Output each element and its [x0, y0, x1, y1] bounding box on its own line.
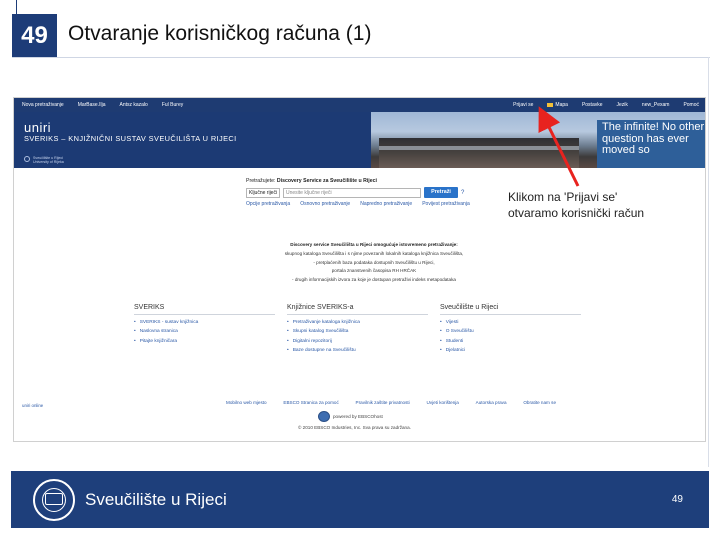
- folder-icon: [547, 102, 554, 107]
- basic-search-link[interactable]: Osnovno pretraživanje: [300, 201, 350, 207]
- list-item[interactable]: Djelatnici: [440, 346, 585, 355]
- topnav-link[interactable]: Antsz kazalo: [119, 102, 147, 108]
- column-sveriks: SVERIKS SVERIKS - sustav knjižnica Naslo…: [134, 304, 287, 356]
- list-item[interactable]: SVERIKS - sustav knjižnica: [134, 318, 279, 327]
- list-item[interactable]: Naslovna stranica: [134, 327, 279, 336]
- search-options: Opcije pretraživanja Osnovno pretraživan…: [246, 201, 476, 207]
- description-line: - drugih informacijskih izvora za koje j…: [292, 277, 456, 283]
- list-item[interactable]: Pitajte knjižničara: [134, 337, 279, 346]
- description-line: skupnog kataloga Sveučilišta i s njime p…: [284, 250, 464, 256]
- university-logo-icon: [33, 479, 75, 521]
- topnav-link[interactable]: new_Pexam: [642, 102, 670, 108]
- banner-subtitle: SVERIKS – KNJIŽNIČNI SUSTAV SVEUČILIŠTA …: [24, 134, 237, 143]
- folder-link[interactable]: Mapa: [547, 102, 568, 108]
- powered-by-text: powered by EBSCOhost: [333, 414, 383, 419]
- search-area: Pretražujete: Discovery Service za Sveuč…: [246, 178, 476, 207]
- folder-label: Mapa: [555, 102, 568, 108]
- advanced-search-link[interactable]: Napredno pretraživanje: [360, 201, 412, 207]
- logo-core: [45, 493, 63, 505]
- ebsco-logo-icon: [318, 411, 330, 422]
- university-name: Sveučilište u Rijeci: [85, 490, 227, 509]
- banner-quote: The infinite! No other question has ever…: [602, 121, 705, 156]
- column-libraries: Knjižnice SVERIKS-a Pretraživanje katalo…: [287, 304, 440, 356]
- list-item[interactable]: Studenti: [440, 337, 585, 346]
- list-item[interactable]: Baze dostupne na Sveučilištu: [287, 346, 432, 355]
- description-heading: Discovery service Sveučilišta u Rijeci o…: [290, 242, 458, 247]
- topnav-link[interactable]: MarBase.Ilja: [78, 102, 106, 108]
- callout-line: Klikom na 'Prijavi se': [508, 190, 618, 204]
- top-navigation: Nova pretraživanje MarBase.Ilja Antsz ka…: [14, 98, 705, 112]
- powered-by: powered by EBSCOhost: [318, 411, 383, 422]
- list-item[interactable]: Pretraživanje kataloga knjižnica: [287, 318, 432, 327]
- footer-link[interactable]: Uvjeti korištenja: [426, 400, 458, 405]
- preferences-link[interactable]: Postavke: [582, 102, 603, 108]
- building-stripe: [379, 146, 579, 150]
- embedded-screenshot: Nova pretraživanje MarBase.Ilja Antsz ka…: [13, 97, 706, 442]
- slide-footer: Sveučilište u Rijeci 49: [11, 471, 709, 528]
- column-university: Sveučilište u Rijeci Vijesti O Sveučiliš…: [440, 304, 593, 356]
- footer-links: Mobilno web mjesto EBSCO Stranica za pom…: [226, 400, 556, 405]
- copyright: © 2010 EBSCO Industries, Inc. Sva prava …: [298, 425, 411, 430]
- banner-logo-caption: Sveučilište u Rijeci University of Rijek…: [33, 156, 64, 164]
- column-heading: SVERIKS: [134, 304, 275, 315]
- description-line: portala znanstvenih časopisa RH HRČAK: [331, 268, 417, 274]
- search-heading: Pretražujete: Discovery Service za Sveuč…: [246, 178, 476, 184]
- footer-link[interactable]: EBSCO Stranica za pomoć: [283, 400, 338, 405]
- sign-in-link[interactable]: Prijavi se: [513, 102, 533, 108]
- search-input[interactable]: Unesite ključne riječi: [283, 187, 421, 198]
- language-link[interactable]: Jezik: [617, 102, 628, 108]
- column-heading: Sveučilište u Rijeci: [440, 304, 581, 315]
- list-item[interactable]: Vijesti: [440, 318, 585, 327]
- description-line: - pretplaćenih baza podataka dostupnih S…: [313, 259, 435, 265]
- search-button[interactable]: Pretraži: [424, 187, 458, 198]
- topnav-link[interactable]: Ful Burey: [162, 102, 183, 108]
- search-options-link[interactable]: Opcije pretraživanja: [246, 201, 290, 207]
- column-heading: Knjižnice SVERIKS-a: [287, 304, 428, 315]
- search-heading-prefix: Pretražujete:: [246, 178, 276, 184]
- list-item[interactable]: Skupni katalog Sveučilišta: [287, 327, 432, 336]
- banner-photo: The infinite! No other question has ever…: [371, 112, 705, 168]
- university-seal-icon: [24, 156, 30, 162]
- header-line: [16, 0, 17, 14]
- service-description: Discovery service Sveučilišta u Rijeci o…: [214, 241, 534, 285]
- search-history-link[interactable]: Povijest pretraživanja: [422, 201, 470, 207]
- footer-link[interactable]: Obratite nam se: [523, 400, 556, 405]
- slide-number-box: 49: [12, 14, 57, 58]
- footer-link[interactable]: Autorska prava: [476, 400, 507, 405]
- search-heading-target: Discovery Service za Sveučilište u Rijec…: [276, 178, 377, 184]
- topnav-link[interactable]: Nova pretraživanje: [22, 102, 64, 108]
- footer-left-text[interactable]: uniri online: [22, 403, 43, 408]
- search-field-select[interactable]: Ključne riječi: [246, 187, 280, 198]
- slide-number: 49: [21, 22, 48, 49]
- divider: [708, 57, 709, 467]
- divider: [12, 57, 710, 58]
- site-banner: uniri SVERIKS – KNJIŽNIČNI SUSTAV SVEUČI…: [14, 112, 705, 168]
- annotation-callout: Klikom na 'Prijavi se' otvaramo korisnič…: [508, 189, 708, 221]
- list-item[interactable]: O Sveučilištu: [440, 327, 585, 336]
- link-columns: SVERIKS SVERIKS - sustav knjižnica Naslo…: [134, 304, 594, 356]
- help-link[interactable]: Pomoć: [683, 102, 699, 108]
- building-image: [379, 138, 579, 168]
- footer-link[interactable]: Mobilno web mjesto: [226, 400, 267, 405]
- slide-title: Otvaranje korisničkog računa (1): [68, 22, 372, 45]
- list-item[interactable]: Digitalni repozitorij: [287, 337, 432, 346]
- callout-line: otvaramo korisnički račun: [508, 206, 645, 220]
- slide: 49 Otvaranje korisničkog računa (1) Nova…: [0, 0, 720, 540]
- uniri-logo[interactable]: uniri: [24, 120, 51, 135]
- page-number: 49: [671, 494, 683, 505]
- footer-link[interactable]: Pravilnik zaštite privatnosti: [356, 400, 410, 405]
- caption-line: University of Rijeka: [33, 160, 64, 164]
- help-icon[interactable]: ?: [461, 190, 464, 196]
